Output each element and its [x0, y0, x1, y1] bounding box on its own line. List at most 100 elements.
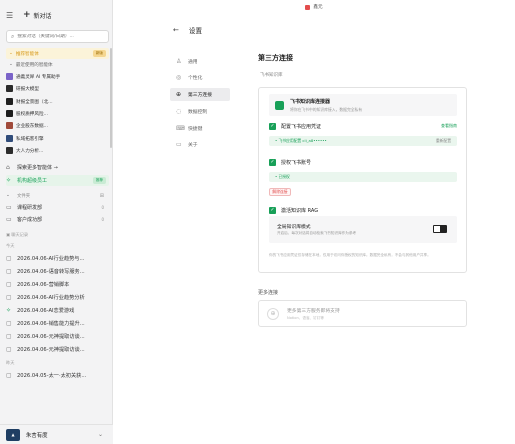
privacy-note: 你的飞书应用凭证仅存储在本地，仅用于访问你授权的知识库。数据完全私有，不会与其他… — [269, 253, 431, 257]
sparkle-icon: ✧ — [6, 307, 12, 314]
more-card-title: 更多第三方服务即将支持 — [287, 308, 340, 314]
chat-history-item[interactable]: ▢ 2026.04.05-太一·太初关获... — [6, 370, 109, 381]
view-guide-link[interactable]: 查看指南 — [441, 123, 457, 129]
recommend-badge: 推荐 — [92, 177, 106, 184]
agent-item[interactable]: 研报大模型 — [6, 83, 109, 94]
authorized-status: • 已授权 — [275, 174, 290, 179]
content-title: 第三方连接 — [258, 54, 293, 62]
reconfigure-link[interactable]: 重新配置 — [436, 138, 451, 144]
section-label: 飞书知识库 — [260, 73, 283, 78]
check-icon: ✓ — [269, 206, 276, 214]
feishu-connector-card: 飞书知识库连接器 将你在飞书中的知识库接入，数据完全私有 ✓ 配置飞书应用凭证 … — [258, 87, 467, 273]
sidebar: ☰ + 新对话 ⌕ ⌄ 推荐智能体 新版 ⌄ 最近使用的智能体 通義灵犀 AI … — [0, 0, 113, 444]
app-logo-icon — [305, 4, 311, 10]
chat-history-item[interactable]: ▢ 2026.04.06-营销脚本 — [6, 279, 109, 290]
folders-header[interactable]: ⌄ 文件夹 ⊞ — [6, 190, 109, 201]
user-name: 朱言有度 — [26, 432, 48, 439]
chat-history-item[interactable]: ✧ 2026.04.06-AI恋爱游戏 — [6, 305, 109, 316]
search-input[interactable] — [17, 34, 104, 39]
step-label: 授权飞书账号 — [281, 159, 312, 166]
agent-thumbnail — [6, 122, 13, 129]
pinned-agents-label: 推荐智能体 — [15, 51, 39, 57]
user-icon: ♙ — [176, 58, 182, 65]
agent-item[interactable]: 股权质押风险... — [6, 108, 109, 119]
more-connections-title: 更多连接 — [258, 290, 279, 296]
agent-thumbnail — [6, 85, 13, 92]
nav-label: 快捷键 — [188, 127, 203, 132]
agent-thumbnail — [6, 98, 13, 105]
user-profile[interactable]: ▲ 朱言有度 ⌄ — [0, 424, 113, 444]
agent-item[interactable]: 企业股东数据... — [6, 120, 109, 131]
sidebar-top: ☰ + 新对话 — [6, 9, 110, 21]
agent-item[interactable]: 通義灵犀 AI 专属助手 — [6, 71, 109, 82]
chat-history-item[interactable]: ▢ 2026.04.06-元神提取访谈... — [6, 331, 109, 342]
chat-title: 2026.04.06-AI恋爱游戏 — [17, 308, 75, 314]
chat-history-item[interactable]: ▢ 2026.04.06-销售能力提升... — [6, 318, 109, 329]
search-box[interactable]: ⌕ — [6, 30, 109, 43]
palette-icon: ◎ — [176, 74, 182, 81]
settings-nav-general[interactable]: ♙ 通用 — [170, 55, 230, 68]
connector-header: 飞书知识库连接器 将你在飞书中的知识库接入，数据完全私有 — [269, 94, 457, 116]
credential-status: • 飞书应用配置 cli_a8•••••• — [275, 138, 327, 143]
yesterday-label: 昨天 — [6, 360, 15, 365]
info-icon: ▭ — [176, 141, 182, 148]
agent-name: 股权质押风险... — [16, 111, 48, 117]
step-activate-rag: ✓ 激活知识库 RAG — [269, 205, 457, 215]
history-label: 聊天记录 — [11, 232, 29, 237]
agent-item[interactable]: 大人力分析... — [6, 145, 109, 156]
settings-nav-shortcuts[interactable]: ⌨ 快捷键 — [170, 122, 230, 135]
agent-item[interactable]: 私域拓客引擎 — [6, 133, 109, 144]
nav-label: 数据控制 — [188, 110, 208, 115]
folder-icon: ▭ — [6, 204, 12, 211]
check-icon: ✓ — [269, 122, 276, 130]
settings-nav-personalize[interactable]: ◎ 个性化 — [170, 71, 230, 84]
agent-item[interactable]: 财报全景图（北... — [6, 96, 109, 107]
new-folder-icon[interactable]: ⊞ — [100, 193, 104, 199]
authorized-status-bar: • 已授权 — [269, 172, 457, 182]
new-chat-plus-icon[interactable]: + — [23, 10, 31, 20]
global-kb-mode-row: 全局知识库模式 开启后，每次对话将自动检索飞书知识库作为参考 — [269, 216, 457, 243]
chat-history-item[interactable]: ▢ 2026.04.06-语音转写服务... — [6, 266, 109, 277]
feishu-icon — [275, 100, 284, 110]
chevron-down-icon: ⌄ — [6, 193, 10, 198]
ai-staff-item[interactable]: ✧ 机构超级员工 推荐 — [6, 175, 109, 186]
window-titlebar: 鑫元 — [113, 0, 515, 14]
new-chat-button[interactable]: 新对话 — [34, 11, 52, 20]
folder-item[interactable]: ▭ 课程研发部 0 — [6, 202, 109, 213]
back-arrow-icon[interactable]: ← — [173, 26, 179, 34]
connector-title: 飞书知识库连接器 — [290, 98, 331, 105]
disconnect-button[interactable]: 解除连接 — [269, 188, 291, 196]
settings-nav-data-control[interactable]: ◌ 数据控制 — [170, 105, 230, 118]
more-connections-card: ⊕ 更多第三方服务即将支持 Notion、语雀、钉钉等 — [258, 300, 467, 327]
sidebar-scrollbar[interactable] — [110, 48, 112, 148]
chat-title: 2026.04.06-元神提取访谈... — [17, 334, 85, 340]
keyboard-icon: ⌨ — [176, 125, 185, 132]
agent-thumbnail — [6, 73, 13, 80]
chat-history-item[interactable]: ▢ 2026.04.06-AI行业趋势与... — [6, 253, 109, 264]
agent-thumbnail — [6, 110, 13, 117]
chat-icon: ▢ — [6, 346, 12, 353]
settings-title: 设置 — [188, 27, 203, 35]
chat-history-item[interactable]: ▢ 2026.04.06-AI行业趋势分析 — [6, 292, 109, 303]
chat-icon: ▢ — [6, 255, 12, 262]
recent-agents-row[interactable]: ⌄ 最近使用的智能体 — [6, 59, 109, 70]
explore-agents-label: 探索更多智能体 → — [17, 165, 58, 171]
nav-label: 第三方连接 — [188, 93, 212, 98]
global-kb-mode-toggle[interactable] — [433, 225, 447, 233]
menu-icon[interactable]: ☰ — [6, 11, 15, 20]
chat-title: 2026.04.06-元神提取访谈... — [17, 347, 85, 353]
agent-thumbnail — [6, 147, 13, 154]
settings-nav-third-party[interactable]: ⊕ 第三方连接 — [170, 88, 230, 101]
folder-item[interactable]: ▭ 客户成功部 0 — [6, 214, 109, 225]
nav-label: 个性化 — [188, 76, 203, 81]
chat-icon: ▢ — [6, 320, 12, 327]
chevron-down-icon: ⌄ — [9, 62, 13, 67]
connector-description: 将你在飞书中的知识库接入，数据完全私有 — [290, 106, 363, 112]
global-kb-mode-description: 开启后，每次对话将自动检索飞书知识库作为参考 — [277, 231, 357, 235]
chat-title: 2026.04.05-太一·太初关获... — [17, 373, 87, 379]
pinned-agents-row[interactable]: ⌄ 推荐智能体 新版 — [6, 48, 109, 59]
settings-nav-about[interactable]: ▭ 关于 — [170, 138, 230, 151]
chat-history-item[interactable]: ▢ 2026.04.06-元神提取访谈... — [6, 344, 109, 355]
globe-icon: ⊕ — [176, 91, 182, 98]
explore-agents-link[interactable]: ⌂ 探索更多智能体 → — [6, 162, 109, 173]
